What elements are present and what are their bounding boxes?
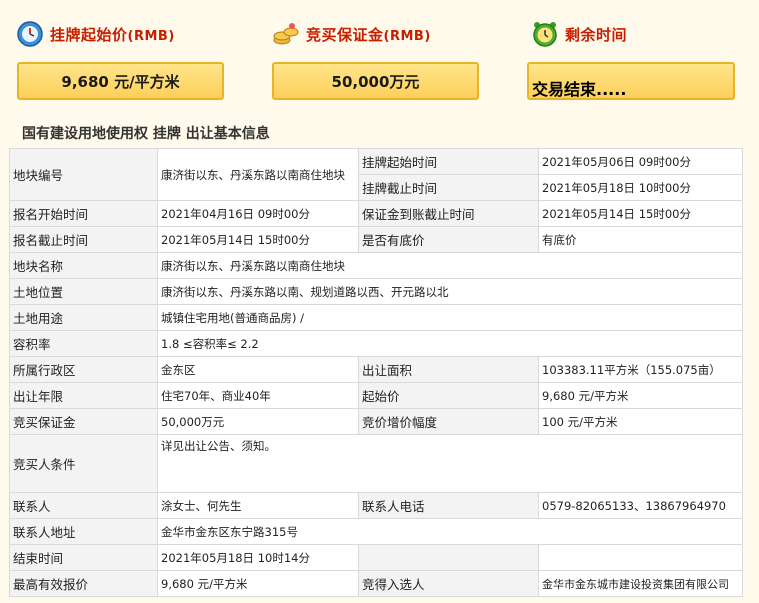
far-key: 容积率 (9, 330, 158, 357)
empty-cell (358, 544, 539, 571)
table-row: 竞买人条件 详见出让公告、须知。 (9, 434, 743, 493)
reserve-key: 是否有底价 (358, 226, 539, 253)
plot-no-key: 地块编号 (9, 148, 158, 201)
reg-start-value: 2021年04月16日 09时00分 (157, 200, 359, 227)
plot-name-key: 地块名称 (9, 252, 158, 279)
reg-end-value: 2021年05月14日 15时00分 (157, 226, 359, 253)
table-row: 地块编号 康济街以东、丹溪东路以南商住地块 挂牌起始时间 2021年05月06日… (9, 148, 743, 201)
conditions-value: 详见出让公告、须知。 (157, 434, 743, 493)
land-info-table: 地块编号 康济街以东、丹溪东路以南商住地块 挂牌起始时间 2021年05月06日… (9, 148, 743, 597)
reserve-value: 有底价 (538, 226, 743, 253)
increment-key: 竞价增价幅度 (358, 408, 539, 435)
table-row: 容积率 1.8 ≤容积率≤ 2.2 (9, 330, 743, 357)
start-price-box: 9,680 元/平方米 (17, 62, 224, 100)
table-row: 所属行政区 金东区 出让面积 103383.11平方米（155.075亩） (9, 356, 743, 383)
winner-value: 金华市金东城市建设投资集团有限公司 (538, 570, 743, 597)
alarm-clock-icon (533, 22, 557, 47)
start-price-label: 挂牌起始价 (50, 25, 128, 44)
bid-deposit-key: 竞买保证金 (9, 408, 158, 435)
address-value: 金华市金东区东宁路315号 (157, 518, 743, 545)
contact-value: 涂女士、何先生 (157, 492, 359, 519)
clock-refresh-icon (17, 21, 43, 47)
bid-deposit-value: 50,000万元 (157, 408, 359, 435)
conditions-key: 竞买人条件 (9, 434, 158, 493)
end-time-value: 2021年05月18日 10时14分 (157, 544, 359, 571)
deposit-unit: (RMB) (383, 28, 431, 44)
reg-end-key: 报名截止时间 (9, 226, 158, 253)
list-start-key: 挂牌起始时间 (358, 148, 539, 175)
list-end-key: 挂牌截止时间 (358, 174, 539, 201)
location-key: 土地位置 (9, 278, 158, 305)
deposit-label: 竞买保证金 (306, 25, 384, 44)
deposit-header: 竞买保证金(RMB) (272, 20, 431, 48)
deposit-deadline-value: 2021年05月14日 15时00分 (538, 200, 743, 227)
start-price-key: 起始价 (358, 382, 539, 409)
district-key: 所属行政区 (9, 356, 158, 383)
area-key: 出让面积 (358, 356, 539, 383)
table-row: 土地用途 城镇住宅用地(普通商品房) / (9, 304, 743, 331)
list-end-value: 2021年05月18日 10时00分 (538, 174, 743, 201)
table-row: 土地位置 康济街以东、丹溪东路以南、规划道路以西、开元路以北 (9, 278, 743, 305)
section-title: 国有建设用地使用权 挂牌 出让基本信息 (22, 126, 270, 142)
address-key: 联系人地址 (9, 518, 158, 545)
winner-key: 竞得入选人 (358, 570, 539, 597)
contact-key: 联系人 (9, 492, 158, 519)
remaining-label: 剩余时间 (565, 25, 628, 44)
deposit-deadline-key: 保证金到账截止时间 (358, 200, 539, 227)
table-row: 联系人地址 金华市金东区东宁路315号 (9, 518, 743, 545)
district-value: 金东区 (157, 356, 359, 383)
start-price-value: 9,680 元/平方米 (538, 382, 743, 409)
plot-name-value: 康济街以东、丹溪东路以南商住地块 (157, 252, 743, 279)
deposit-box: 50,000万元 (272, 62, 479, 100)
highest-bid-value: 9,680 元/平方米 (157, 570, 359, 597)
reg-start-key: 报名开始时间 (9, 200, 158, 227)
empty-cell (538, 544, 743, 571)
term-value: 住宅70年、商业40年 (157, 382, 359, 409)
phone-key: 联系人电话 (358, 492, 539, 519)
term-key: 出让年限 (9, 382, 158, 409)
start-price-header: 挂牌起始价(RMB) (16, 20, 175, 48)
phone-value: 0579-82065133、13867964970 (538, 492, 743, 519)
area-value: 103383.11平方米（155.075亩） (538, 356, 743, 383)
land-use-value: 城镇住宅用地(普通商品房) / (157, 304, 743, 331)
highest-bid-key: 最高有效报价 (9, 570, 158, 597)
table-row: 出让年限 住宅70年、商业40年 起始价 9,680 元/平方米 (9, 382, 743, 409)
remaining-time-box: 交易结束..... (527, 62, 735, 100)
table-row: 报名开始时间 2021年04月16日 09时00分 保证金到账截止时间 2021… (9, 200, 743, 227)
start-price-unit: (RMB) (127, 28, 175, 44)
increment-value: 100 元/平方米 (538, 408, 743, 435)
coins-icon (273, 23, 299, 45)
plot-no-value: 康济街以东、丹溪东路以南商住地块 (157, 148, 359, 201)
table-row: 最高有效报价 9,680 元/平方米 竞得入选人 金华市金东城市建设投资集团有限… (9, 570, 743, 597)
table-row: 地块名称 康济街以东、丹溪东路以南商住地块 (9, 252, 743, 279)
table-row: 联系人 涂女士、何先生 联系人电话 0579-82065133、13867964… (9, 492, 743, 519)
table-row: 竞买保证金 50,000万元 竞价增价幅度 100 元/平方米 (9, 408, 743, 435)
list-start-value: 2021年05月06日 09时00分 (538, 148, 743, 175)
land-use-key: 土地用途 (9, 304, 158, 331)
remaining-header: 剩余时间 (531, 20, 627, 48)
table-row: 结束时间 2021年05月18日 10时14分 (9, 544, 743, 571)
table-row: 报名截止时间 2021年05月14日 15时00分 是否有底价 有底价 (9, 226, 743, 253)
far-value: 1.8 ≤容积率≤ 2.2 (157, 330, 743, 357)
end-time-key: 结束时间 (9, 544, 158, 571)
location-value: 康济街以东、丹溪东路以南、规划道路以西、开元路以北 (157, 278, 743, 305)
